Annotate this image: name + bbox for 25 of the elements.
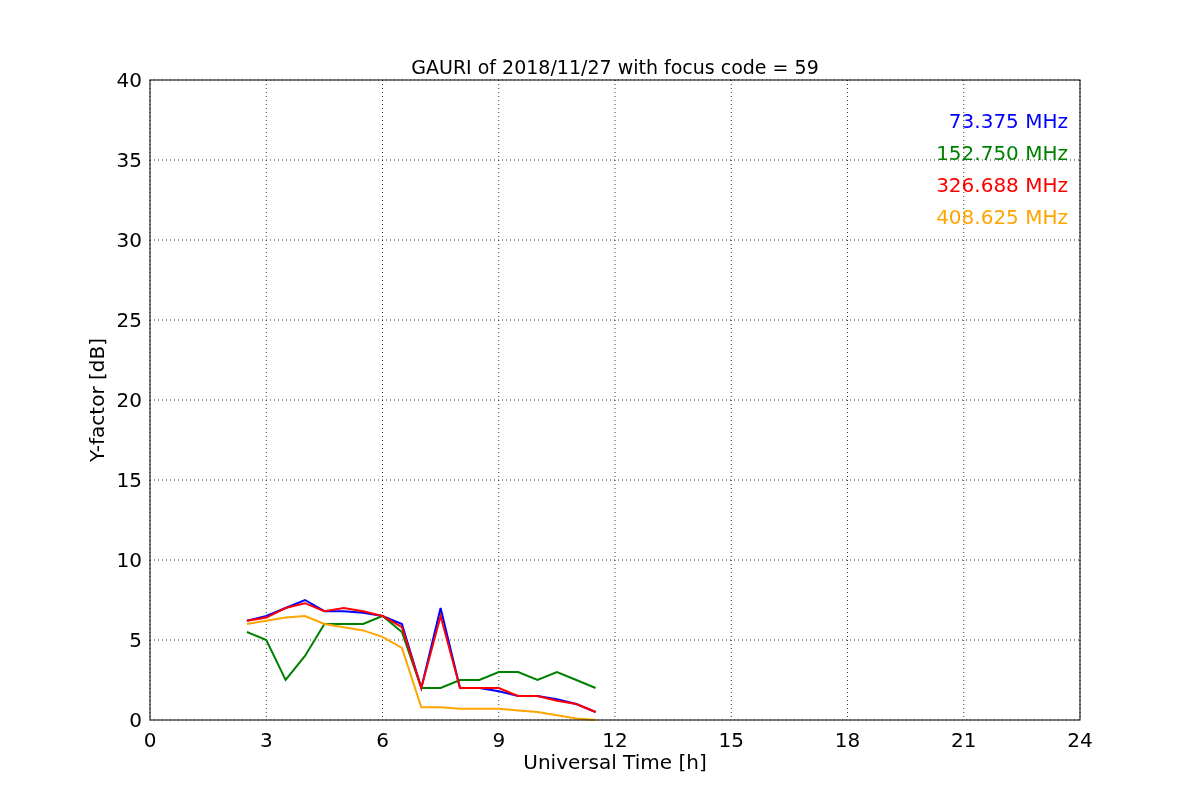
y-tick-label: 15 — [116, 468, 142, 492]
x-tick-label: 12 — [602, 728, 628, 752]
x-tick-label: 21 — [951, 728, 977, 752]
x-tick-label: 18 — [834, 728, 861, 752]
chart-title: GAURI of 2018/11/27 with focus code = 59 — [411, 56, 819, 78]
x-tick-label: 15 — [718, 728, 744, 752]
x-tick-label: 6 — [376, 728, 389, 752]
x-axis-label: Universal Time [h] — [523, 750, 707, 774]
y-tick-label: 40 — [116, 68, 142, 92]
legend-label: 73.375 MHz — [948, 109, 1068, 133]
y-tick-label: 20 — [116, 388, 142, 412]
y-tick-label: 10 — [116, 548, 142, 572]
legend-label: 152.750 MHz — [936, 141, 1068, 165]
y-tick-label: 5 — [129, 628, 142, 652]
x-tick-label: 24 — [1067, 728, 1093, 752]
y-tick-label: 35 — [116, 148, 142, 172]
x-tick-label: 3 — [259, 728, 273, 752]
y-tick-label: 30 — [116, 228, 142, 252]
x-tick-label: 0 — [143, 728, 157, 752]
x-tick-label: 9 — [492, 728, 506, 752]
legend-label: 408.625 MHz — [936, 205, 1068, 229]
y-tick-label: 25 — [116, 308, 142, 332]
y-axis-label: Y-factor [dB] — [85, 338, 109, 462]
legend-label: 326.688 MHz — [936, 173, 1068, 197]
y-tick-label: 0 — [129, 708, 142, 732]
